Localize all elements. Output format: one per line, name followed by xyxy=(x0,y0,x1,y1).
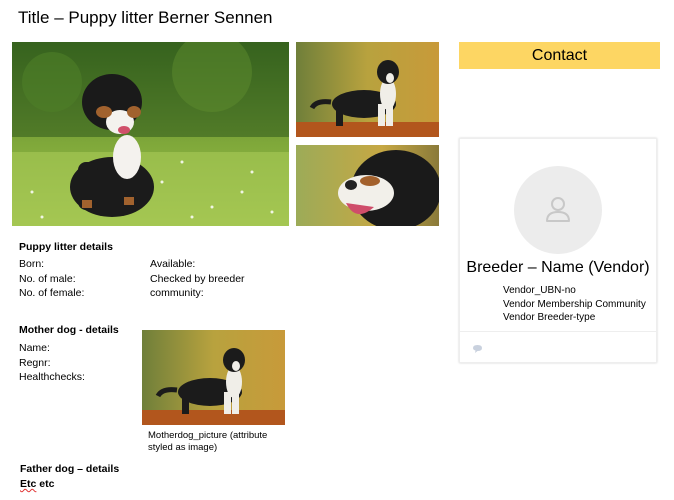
mother-fields: Name: Regnr: Healthchecks: xyxy=(19,341,85,385)
litter-male: No. of male: xyxy=(19,272,76,285)
vendor-name: Breeder – Name (Vendor) xyxy=(466,259,650,276)
vendor-details: Vendor_UBN-no Vendor Membership Communit… xyxy=(503,284,646,325)
adult-dog-photo-1 xyxy=(296,42,439,137)
litter-checked-line2: community: xyxy=(150,287,204,299)
page-title: Title – Puppy litter Berner Sennen xyxy=(18,8,273,27)
card-divider xyxy=(460,331,656,332)
father-note-word2: etc xyxy=(39,478,55,490)
mother-caption-line2: styled as image) xyxy=(148,442,218,453)
mother-caption-line1: Motherdog_picture (attribute xyxy=(148,430,268,441)
avatar xyxy=(514,166,602,254)
puppy-main-photo xyxy=(12,42,289,226)
father-heading: Father dog – details xyxy=(20,463,120,475)
user-avatar-icon xyxy=(546,197,570,222)
mother-dog-photo xyxy=(142,330,285,425)
mother-regnr: Regnr: xyxy=(19,356,51,369)
litter-checked-line1: Checked by breeder xyxy=(150,272,245,285)
litter-fields-right: Available: Checked by breeder community: xyxy=(150,257,245,301)
adult-dog-photo-2 xyxy=(296,145,439,226)
father-note-word1: Etc xyxy=(20,478,37,490)
vendor-card: Breeder – Name (Vendor) Vendor_UBN-no Ve… xyxy=(459,138,657,363)
litter-fields-left: Born: No. of male: No. of female: xyxy=(19,257,84,301)
vendor-breeder-type: Vendor Breeder-type xyxy=(503,312,596,323)
contact-button[interactable]: Contact xyxy=(459,42,660,69)
litter-available: Available: xyxy=(150,258,196,270)
mother-healthchecks: Healthchecks: xyxy=(19,371,85,383)
litter-female: No. of female: xyxy=(19,287,85,299)
mother-photo-caption: Motherdog_picture (attribute styled as i… xyxy=(148,430,267,454)
mother-heading: Mother dog - details xyxy=(19,324,119,336)
speech-bubble-icon[interactable] xyxy=(472,341,483,359)
vendor-membership: Vendor Membership Community xyxy=(503,298,646,310)
mother-name: Name: xyxy=(19,342,50,354)
vendor-ubn: Vendor_UBN-no xyxy=(503,285,576,296)
litter-heading: Puppy litter details xyxy=(19,241,113,253)
litter-born: Born: xyxy=(19,258,45,270)
father-note: Etc etc xyxy=(20,478,54,490)
